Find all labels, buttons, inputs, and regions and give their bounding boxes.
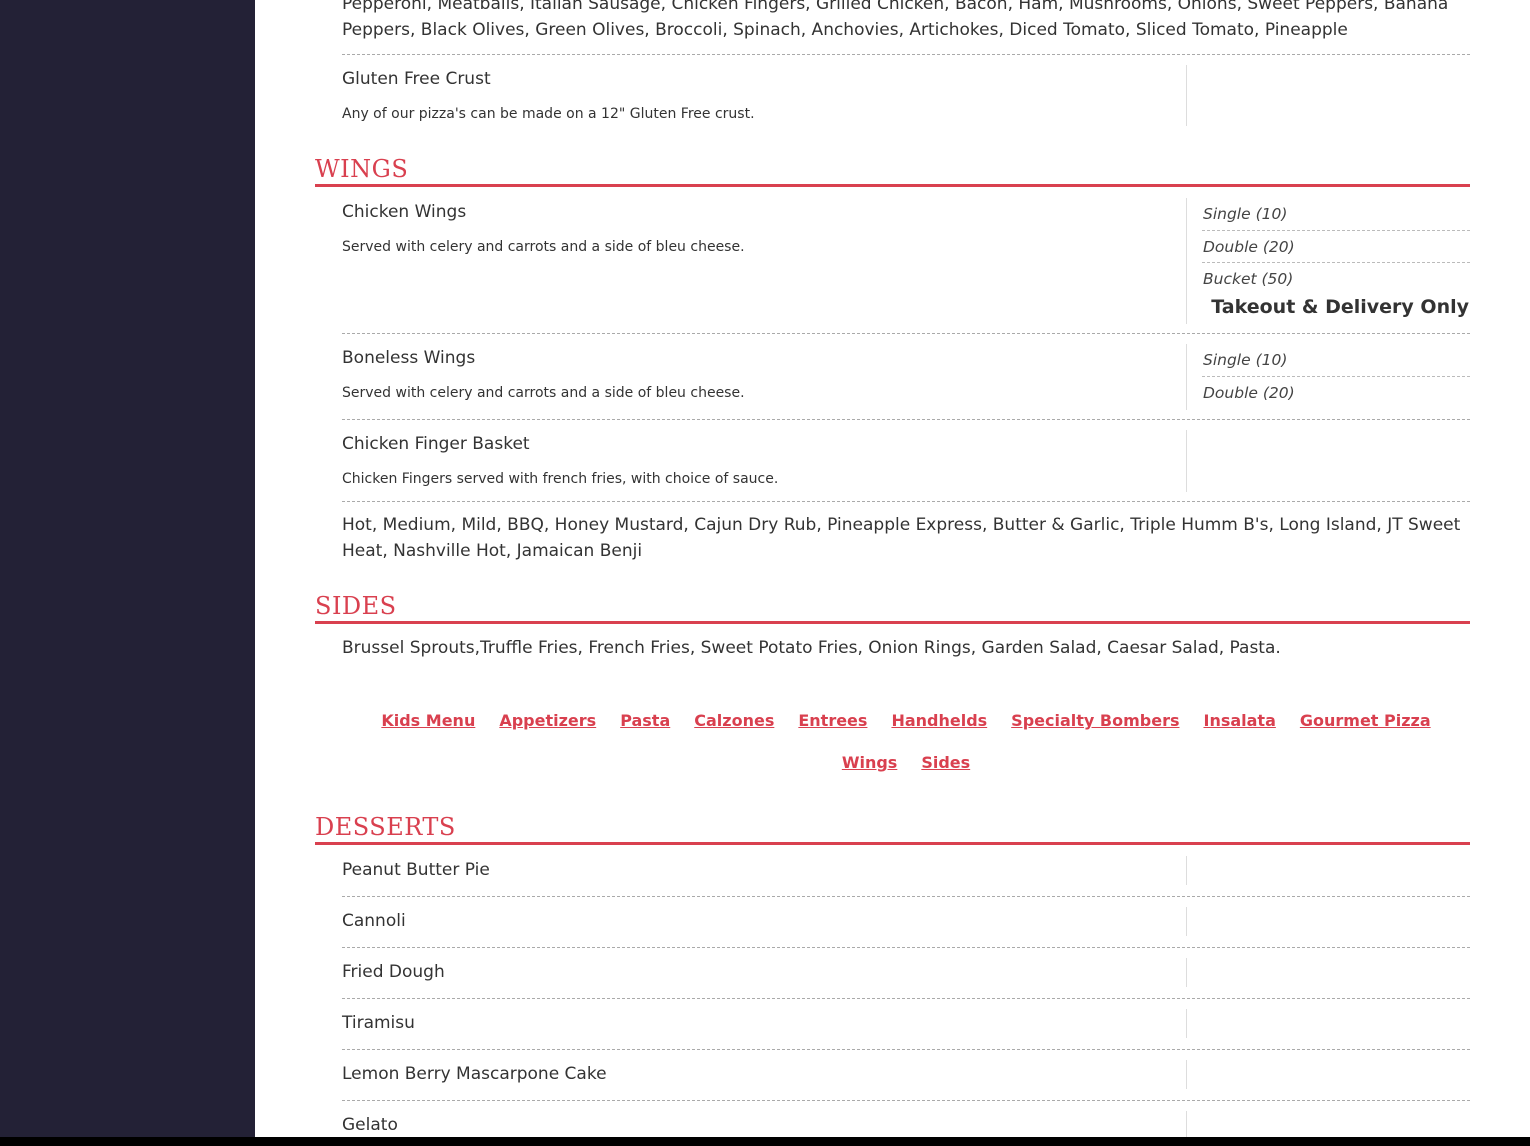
section-rule xyxy=(315,184,1470,187)
menu-item-name: Chicken Wings xyxy=(342,202,467,222)
price-divider xyxy=(1186,430,1187,492)
section-rule xyxy=(315,842,1470,845)
divider xyxy=(342,998,1470,999)
price-option: Double (20) xyxy=(1203,238,1295,256)
wing-sauces-list: Hot, Medium, Mild, BBQ, Honey Mustard, C… xyxy=(342,515,1461,561)
menu-nav-row-1: Kids Menu Appetizers Pasta Calzones Entr… xyxy=(342,711,1470,730)
sides-list: Brussel Sprouts,Truffle Fries, French Fr… xyxy=(342,638,1281,658)
divider xyxy=(342,1049,1470,1050)
price-divider xyxy=(1186,1009,1187,1038)
pizza-toppings-list: Pepperoni, Meatballs, Italian Sausage, C… xyxy=(342,0,1449,40)
takeout-delivery-note: Takeout & Delivery Only xyxy=(1211,296,1469,318)
section-title-desserts: DESSERTS xyxy=(315,813,456,841)
divider xyxy=(342,501,1470,502)
divider xyxy=(342,896,1470,897)
dessert-item: Gelato xyxy=(342,1115,398,1135)
price-divider xyxy=(1186,1060,1187,1089)
menu-item-description: Any of our pizza's can be made on a 12" … xyxy=(342,106,755,122)
menu-item-description: Served with celery and carrots and a sid… xyxy=(342,239,745,255)
price-divider-line xyxy=(1202,262,1470,263)
divider xyxy=(342,333,1470,334)
nav-link-pasta[interactable]: Pasta xyxy=(620,711,670,730)
price-option: Double (20) xyxy=(1203,384,1295,402)
dessert-item: Fried Dough xyxy=(342,962,445,982)
nav-link-wings[interactable]: Wings xyxy=(842,753,898,772)
divider xyxy=(342,54,1470,55)
menu-item-name: Chicken Finger Basket xyxy=(342,434,530,454)
section-rule xyxy=(315,621,1470,624)
dessert-item: Lemon Berry Mascarpone Cake xyxy=(342,1064,607,1084)
nav-link-handhelds[interactable]: Handhelds xyxy=(891,711,987,730)
divider xyxy=(342,419,1470,420)
sidebar xyxy=(0,0,255,1137)
section-title-sides: SIDES xyxy=(315,592,397,620)
nav-link-calzones[interactable]: Calzones xyxy=(694,711,774,730)
menu-item-description: Served with celery and carrots and a sid… xyxy=(342,385,745,401)
dessert-item: Cannoli xyxy=(342,911,406,931)
nav-link-insalata[interactable]: Insalata xyxy=(1203,711,1275,730)
price-option: Single (10) xyxy=(1203,351,1288,369)
menu-item-name: Gluten Free Crust xyxy=(342,69,491,89)
menu-nav-row-2: Wings Sides xyxy=(342,753,1470,772)
nav-link-appetizers[interactable]: Appetizers xyxy=(499,711,596,730)
nav-link-kids-menu[interactable]: Kids Menu xyxy=(381,711,475,730)
price-divider xyxy=(1186,1111,1187,1137)
menu-content: Pepperoni, Meatballs, Italian Sausage, C… xyxy=(255,0,1530,1137)
price-option: Bucket (50) xyxy=(1203,270,1294,288)
dessert-item: Tiramisu xyxy=(342,1013,415,1033)
section-title-wings: WINGS xyxy=(315,155,409,183)
price-option: Single (10) xyxy=(1203,205,1288,223)
divider xyxy=(342,947,1470,948)
dessert-item: Peanut Butter Pie xyxy=(342,860,490,880)
price-divider xyxy=(1186,856,1187,885)
menu-item-name: Boneless Wings xyxy=(342,348,476,368)
price-divider-line xyxy=(1202,376,1470,377)
price-divider xyxy=(1186,958,1187,987)
nav-link-entrees[interactable]: Entrees xyxy=(798,711,867,730)
menu-item-description: Chicken Fingers served with french fries… xyxy=(342,471,779,487)
price-divider xyxy=(1186,907,1187,936)
nav-link-specialty-bombers[interactable]: Specialty Bombers xyxy=(1011,711,1179,730)
nav-link-gourmet-pizza[interactable]: Gourmet Pizza xyxy=(1300,711,1431,730)
price-divider xyxy=(1186,344,1187,410)
divider xyxy=(342,1100,1470,1101)
price-divider xyxy=(1186,198,1187,324)
nav-link-sides[interactable]: Sides xyxy=(921,753,970,772)
price-divider-line xyxy=(1202,230,1470,231)
price-divider xyxy=(1186,65,1187,126)
